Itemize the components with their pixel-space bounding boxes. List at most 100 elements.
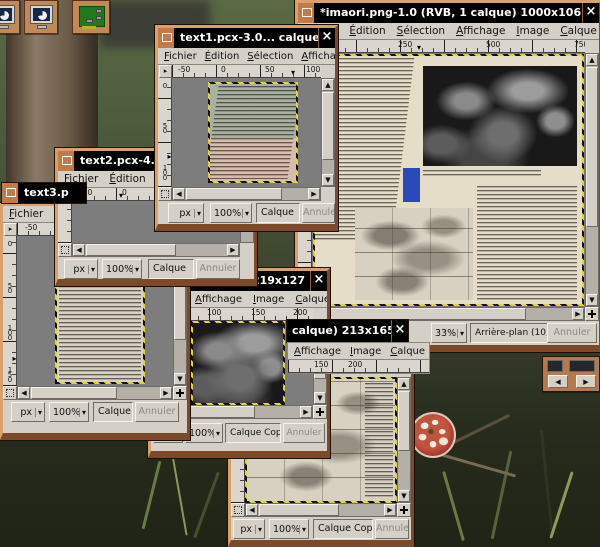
scroll-down-icon[interactable]: ▼ — [586, 294, 598, 306]
close-icon[interactable]: × — [310, 271, 327, 291]
cancel-button[interactable]: Annuler — [375, 519, 409, 539]
scrollbar-thumb[interactable] — [186, 188, 282, 200]
cancel-button[interactable]: Annuler — [547, 323, 597, 343]
menu-calque[interactable]: Calque — [390, 346, 425, 357]
scroll-down-icon[interactable]: ▼ — [322, 174, 334, 186]
unit-select[interactable]: px ▾ — [64, 259, 98, 279]
window-button-icon[interactable] — [158, 28, 175, 48]
zoom-select[interactable]: 100% ▾ — [185, 423, 223, 443]
window-button-icon[interactable] — [58, 151, 75, 171]
scrollbar-thumb[interactable] — [398, 391, 410, 451]
zoom-select[interactable]: 33% ▾ — [431, 323, 467, 343]
scrollbar-thumb[interactable] — [326, 308, 526, 320]
window-button-icon[interactable] — [2, 183, 19, 203]
menu-affichage[interactable]: Affichage — [456, 25, 505, 37]
scroll-right-icon[interactable]: ▶ — [384, 504, 396, 516]
menu-fichier[interactable]: Fichier — [164, 51, 197, 62]
pager-left-icon[interactable]: ◀ — [548, 375, 568, 388]
vertical-scrollbar[interactable]: ▲ ▼ — [397, 377, 411, 503]
menu-fichier[interactable]: Fichier — [9, 208, 43, 220]
cancel-button[interactable]: Annuler — [302, 203, 335, 223]
cancel-button[interactable]: Annuler — [196, 259, 240, 279]
pager-right-icon[interactable]: ▶ — [576, 375, 596, 388]
scroll-down-icon[interactable]: ▼ — [314, 392, 326, 404]
close-icon[interactable]: × — [582, 3, 599, 23]
horizontal-scrollbar[interactable]: ◀ ▶ — [172, 187, 321, 201]
nav-toggle-icon[interactable] — [231, 503, 245, 517]
menu-affichage[interactable]: Affichage — [301, 51, 335, 62]
scroll-left-icon[interactable]: ◀ — [73, 244, 85, 256]
zoom-select[interactable]: 100% ▾ — [49, 402, 89, 422]
scrollbar-thumb[interactable] — [259, 504, 339, 516]
menu-affichage[interactable]: Affichage — [195, 294, 242, 305]
unit-select[interactable]: px ▾ — [11, 402, 45, 422]
scrollbar-thumb[interactable] — [322, 92, 334, 160]
menu-affichage[interactable]: Affichage — [294, 346, 341, 357]
scroll-left-icon[interactable]: ◀ — [246, 504, 258, 516]
canvas[interactable] — [312, 53, 585, 307]
scrollbar-thumb[interactable] — [86, 244, 176, 256]
cancel-button[interactable]: Annuler — [135, 402, 179, 422]
menu-image[interactable]: Image — [350, 346, 381, 357]
scroll-down-icon[interactable]: ▼ — [398, 490, 410, 502]
scroll-right-icon[interactable]: ▶ — [572, 308, 584, 320]
canvas[interactable] — [172, 78, 321, 187]
menu-edition[interactable]: Édition — [205, 51, 240, 62]
pager-thumbnail[interactable] — [547, 360, 563, 372]
horizontal-scrollbar[interactable]: ◀ ▶ — [17, 386, 173, 400]
titlebar[interactable]: text3.p — [2, 183, 86, 203]
scrollbar-thumb[interactable] — [31, 387, 117, 399]
menu-edition[interactable]: Édition — [109, 173, 145, 185]
pager-thumbnail[interactable] — [569, 360, 595, 372]
zoom-select[interactable]: 100% ▾ — [102, 259, 142, 279]
zoom-select[interactable]: 100% ▾ — [210, 203, 252, 223]
scrollbar-thumb[interactable] — [586, 67, 598, 227]
titlebar[interactable]: calque) 213x165 × — [287, 320, 408, 342]
scroll-up-icon[interactable]: ▲ — [322, 79, 334, 91]
scrollbar-thumb[interactable] — [179, 406, 255, 418]
horizontal-scrollbar[interactable]: ◀ ▶ — [72, 243, 240, 257]
menu-calque[interactable]: Calque — [295, 294, 327, 305]
pan-icon[interactable] — [585, 307, 599, 321]
close-icon[interactable]: × — [391, 320, 408, 342]
vertical-scrollbar[interactable]: ▲ ▼ — [585, 53, 599, 307]
titlebar[interactable]: *imaori.png-1.0 (RVB, 1 calque) 1000x106… — [298, 3, 599, 23]
menu-calque[interactable]: Calque — [560, 25, 596, 37]
nav-toggle-icon[interactable] — [158, 187, 172, 201]
scroll-right-icon[interactable]: ▶ — [300, 406, 312, 418]
scroll-left-icon[interactable]: ◀ — [173, 188, 185, 200]
desktop-icon[interactable] — [0, 0, 20, 34]
scroll-up-icon[interactable]: ▲ — [586, 54, 598, 66]
scroll-down-icon[interactable]: ▼ — [174, 373, 186, 385]
nav-toggle-icon[interactable] — [3, 386, 17, 400]
zoom-select[interactable]: 100% ▾ — [269, 519, 309, 539]
window-button-icon[interactable] — [298, 3, 315, 23]
scroll-right-icon[interactable]: ▶ — [308, 188, 320, 200]
pan-icon[interactable] — [397, 503, 411, 517]
menu-edition[interactable]: Édition — [349, 25, 385, 37]
close-icon[interactable]: × — [318, 28, 335, 48]
menu-image[interactable]: Image — [516, 25, 549, 37]
scroll-right-icon[interactable]: ▶ — [227, 244, 239, 256]
scroll-up-icon[interactable]: ▲ — [398, 378, 410, 390]
titlebar[interactable]: text1.pcx-3.0... calque) 111x153 × — [158, 28, 335, 48]
horizontal-scrollbar[interactable]: ◀ ▶ — [312, 307, 585, 321]
ruler-corner-icon[interactable]: ▸ — [159, 65, 172, 78]
scroll-right-icon[interactable]: ▶ — [160, 387, 172, 399]
desktop-icon[interactable] — [24, 0, 58, 34]
pan-icon[interactable] — [173, 386, 187, 400]
vertical-scrollbar[interactable]: ▲ ▼ — [321, 78, 335, 187]
desktop-icon[interactable] — [72, 0, 110, 34]
menu-selection[interactable]: Sélection — [397, 25, 445, 37]
scroll-left-icon[interactable]: ◀ — [18, 387, 30, 399]
cancel-button[interactable]: Annuler — [283, 423, 325, 443]
pager-widget[interactable]: ◀ ▶ — [542, 356, 600, 392]
pan-icon[interactable] — [313, 405, 327, 419]
nav-toggle-icon[interactable] — [58, 243, 72, 257]
unit-select[interactable]: px ▾ — [233, 519, 265, 539]
menu-selection[interactable]: Sélection — [247, 51, 293, 62]
unit-select[interactable]: px ▾ — [168, 203, 204, 223]
ruler-corner-icon[interactable]: ▸ — [4, 223, 17, 236]
menu-image[interactable]: Image — [253, 294, 284, 305]
horizontal-scrollbar[interactable]: ◀ ▶ — [245, 503, 397, 517]
